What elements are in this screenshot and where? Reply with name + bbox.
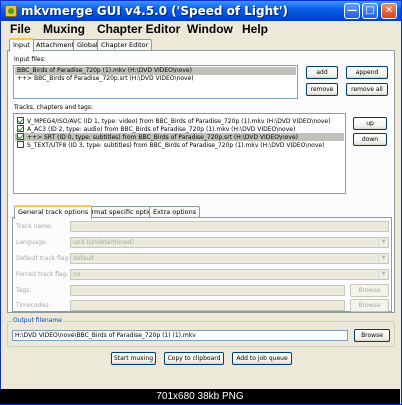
language-value: und (Undetermined) (73, 239, 134, 246)
main-window: mkvmerge GUI v4.5.0 ('Speed of Light') —… (0, 0, 402, 405)
track-checkbox[interactable] (17, 117, 24, 124)
copy-to-clipboard-button[interactable]: Copy to clipboard (164, 352, 224, 365)
track-checkbox[interactable] (17, 133, 24, 140)
output-filename-label: Output filename (12, 317, 63, 324)
language-select[interactable]: und (Undetermined) ▼ (70, 237, 389, 248)
timecodes-input[interactable] (70, 300, 345, 311)
window-title: mkvmerge GUI v4.5.0 ('Speed of Light') (21, 4, 289, 18)
minimize-icon: — (347, 5, 357, 16)
close-button[interactable]: ✕ (381, 3, 397, 19)
tracks-list[interactable]: V_MPEG4/ISO/AVC (ID 1, type: video) from… (13, 113, 346, 194)
tags-input[interactable] (70, 285, 345, 296)
default-flag-select[interactable]: default ▼ (70, 253, 389, 264)
image-caption: 701x680 38kb PNG (0, 389, 400, 404)
remove-button[interactable]: remove (306, 83, 338, 96)
output-filename-group: Output filename H:\DVD VIDEO\nove\BBC_Bi… (7, 317, 395, 347)
timecodes-label: Timecodes: (16, 302, 51, 309)
track-name-label: Track name: (16, 223, 53, 230)
track-label: ++> SRT (ID 0, type: subtitles) from BBC… (27, 134, 299, 141)
track-item[interactable]: ++> SRT (ID 0, type: subtitles) from BBC… (15, 133, 344, 141)
track-item[interactable]: S_TEXT/UTF8 (ID 3, type: subtitles) from… (15, 141, 344, 149)
chevron-down-icon: ▼ (378, 270, 388, 279)
menu-muxing[interactable]: Muxing (43, 22, 85, 36)
append-button[interactable]: append (346, 66, 388, 79)
track-item[interactable]: V_MPEG4/ISO/AVC (ID 1, type: video) from… (15, 117, 344, 125)
forced-flag-value: no (73, 271, 81, 278)
output-filename-input[interactable]: H:\DVD VIDEO\nove\BBC_Birds of Paradise_… (12, 330, 348, 341)
tab-input[interactable]: Input (9, 38, 34, 52)
close-icon: ✕ (384, 5, 394, 16)
add-to-job-queue-button[interactable]: Add to job queue (232, 352, 292, 365)
timecodes-browse-button[interactable]: Browse (350, 299, 389, 312)
title-bar[interactable]: mkvmerge GUI v4.5.0 ('Speed of Light') —… (1, 1, 401, 21)
default-flag-value: default (73, 255, 95, 262)
input-files-list[interactable]: BBC_Birds of Paradise_720p (1).mkv (H:\D… (13, 65, 298, 99)
chevron-down-icon: ▼ (378, 238, 388, 247)
menu-window[interactable]: Window (187, 22, 233, 36)
track-item[interactable]: A_AC3 (ID 2, type: audio) from BBC_Birds… (15, 125, 344, 133)
input-file-item[interactable]: BBC_Birds of Paradise_720p (1).mkv (H:\D… (15, 67, 296, 75)
menu-chapter-editor[interactable]: Chapter Editor (97, 22, 180, 36)
tags-browse-button[interactable]: Browse (350, 284, 389, 297)
menu-file[interactable]: File (10, 22, 31, 36)
output-browse-button[interactable]: Browse (354, 329, 390, 342)
input-files-label: Input files: (14, 56, 46, 63)
forced-flag-label: Forced track flag: (16, 271, 69, 278)
add-button[interactable]: add (306, 66, 338, 79)
input-tab-panel: Input files: BBC_Birds of Paradise_720p … (7, 50, 395, 313)
move-down-button[interactable]: down (353, 133, 387, 146)
default-flag-label: Default track flag: (16, 255, 71, 262)
input-file-item[interactable]: ++> BBC_Birds of Paradise_720p.srt (H:\D… (15, 75, 296, 83)
track-label: S_TEXT/UTF8 (ID 3, type: subtitles) from… (27, 142, 325, 149)
maximize-button[interactable]: □ (362, 3, 378, 19)
track-name-input[interactable] (70, 221, 389, 232)
move-up-button[interactable]: up (353, 117, 387, 130)
tags-label: Tags: (16, 287, 32, 294)
menu-help[interactable]: Help (242, 22, 268, 36)
minimize-button[interactable]: — (344, 3, 360, 19)
track-checkbox[interactable] (17, 141, 24, 148)
tab-general-track-options[interactable]: General track options (14, 205, 93, 219)
language-label: Language: (16, 239, 48, 246)
remove-all-button[interactable]: remove all (346, 83, 388, 96)
maximize-icon: □ (365, 5, 375, 16)
track-options-panel: Track name: Language: und (Undetermined)… (12, 217, 392, 312)
start-muxing-button[interactable]: Start muxing (111, 352, 156, 365)
forced-flag-select[interactable]: no ▼ (70, 269, 389, 280)
tracks-label: Tracks, chapters and tags: (14, 104, 93, 111)
track-label: A_AC3 (ID 2, type: audio) from BBC_Birds… (27, 126, 296, 133)
app-icon (5, 5, 17, 17)
chevron-down-icon: ▼ (378, 254, 388, 263)
track-checkbox[interactable] (17, 125, 24, 132)
track-label: V_MPEG4/ISO/AVC (ID 1, type: video) from… (27, 118, 331, 125)
menu-bar: File Muxing Chapter Editor Window Help (1, 21, 401, 37)
